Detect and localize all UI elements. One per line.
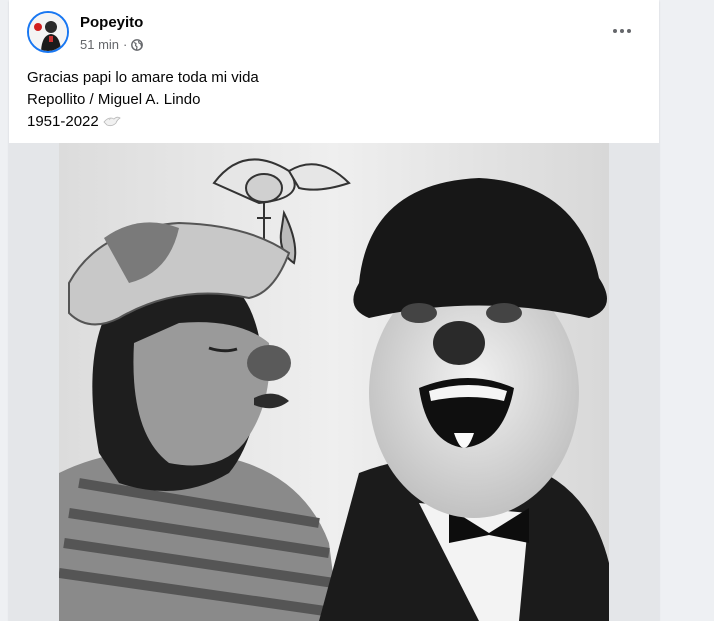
post-meta: 51 min ·	[80, 37, 144, 52]
post-text-line-with-emoji: 1951-2022	[27, 111, 259, 133]
author-avatar[interactable]	[27, 11, 69, 53]
post-text: Gracias papi lo amare toda mi vida Repol…	[27, 67, 259, 133]
post-photo-container[interactable]	[9, 143, 659, 621]
dove-emoji-icon	[103, 116, 121, 127]
post-text-line: Repollito / Miguel A. Lindo	[27, 91, 201, 108]
post-timestamp[interactable]: 51 min	[80, 37, 119, 52]
author-name[interactable]: Popeyito	[80, 14, 143, 31]
more-options-button[interactable]	[607, 18, 637, 44]
more-options-icon	[613, 29, 617, 33]
globe-icon[interactable]	[131, 38, 144, 51]
post-text-line: Gracias papi lo amare toda mi vida	[27, 69, 259, 86]
avatar-image	[29, 13, 67, 51]
meta-separator: ·	[123, 37, 128, 52]
post-photo[interactable]	[59, 143, 609, 621]
post-header: Popeyito 51 min ·	[9, 0, 659, 62]
post-card: Popeyito 51 min · Gracias papi lo amare …	[9, 0, 659, 621]
